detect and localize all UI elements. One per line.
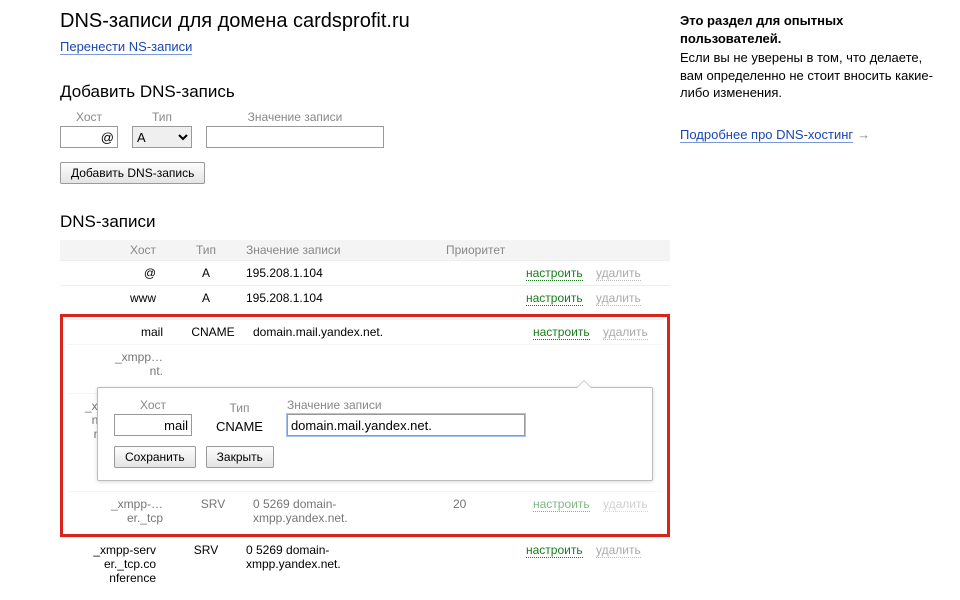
delete-link[interactable]: удалить [603,497,648,512]
delete-link[interactable]: удалить [603,325,648,340]
add-record-button[interactable]: Добавить DNS-запись [60,162,205,184]
add-type-label: Тип [152,110,172,124]
add-type-select[interactable]: A [132,126,192,148]
transfer-ns-link[interactable]: Перенести NS-записи [60,39,192,55]
table-row: _xmpp… nt. [67,344,663,383]
configure-link[interactable]: настроить [526,291,583,306]
records-title: DNS-записи [60,212,670,232]
table-header: Хост Тип Значение записи Приоритет [60,240,670,260]
delete-link[interactable]: удалить [596,543,641,558]
learn-more-link[interactable]: Подробнее про DNS-хостинг [680,127,853,143]
edit-value-label: Значение записи [287,398,382,412]
add-value-input[interactable] [206,126,384,148]
edit-record-popup: Хост Тип CNAME Значение записи [97,387,653,481]
configure-link[interactable]: настроить [526,266,583,281]
edit-type-value: CNAME [216,417,263,436]
table-row: mail CNAME domain.mail.yandex.net. настр… [67,319,663,344]
edit-type-label: Тип [229,401,249,415]
table-row: _xmpp-… er._tcp SRV 0 5269 domain- xmpp.… [67,491,663,530]
sidebar-bold: Это раздел для опытных пользователей. [680,12,940,47]
edit-host-label: Хост [140,398,166,412]
add-record-title: Добавить DNS-запись [60,82,670,102]
edit-host-input[interactable] [114,414,192,436]
configure-link[interactable]: настроить [533,325,590,340]
arrow-icon: → [857,127,870,142]
sidebar: Это раздел для опытных пользователей. Ес… [670,10,940,590]
edit-value-input[interactable] [287,414,525,436]
delete-link[interactable]: удалить [596,291,641,306]
page-title: DNS-записи для домена cardsprofit.ru [60,10,670,33]
sidebar-text: Если вы не уверены в том, что делаете, в… [680,49,940,102]
save-button[interactable]: Сохранить [114,446,196,468]
table-row: @ A 195.208.1.104 настроить удалить [60,260,670,285]
close-button[interactable]: Закрыть [206,446,274,468]
delete-link[interactable]: удалить [596,266,641,281]
table-row: www A 195.208.1.104 настроить удалить [60,285,670,310]
table-row: _xmpp-serv er._tcp.co nference SRV 0 526… [60,537,670,590]
configure-link[interactable]: настроить [533,497,590,512]
highlight-box: mail CNAME domain.mail.yandex.net. настр… [60,314,670,537]
add-value-label: Значение записи [248,110,343,124]
add-host-input[interactable] [60,126,118,148]
add-host-label: Хост [76,110,102,124]
configure-link[interactable]: настроить [526,543,583,558]
